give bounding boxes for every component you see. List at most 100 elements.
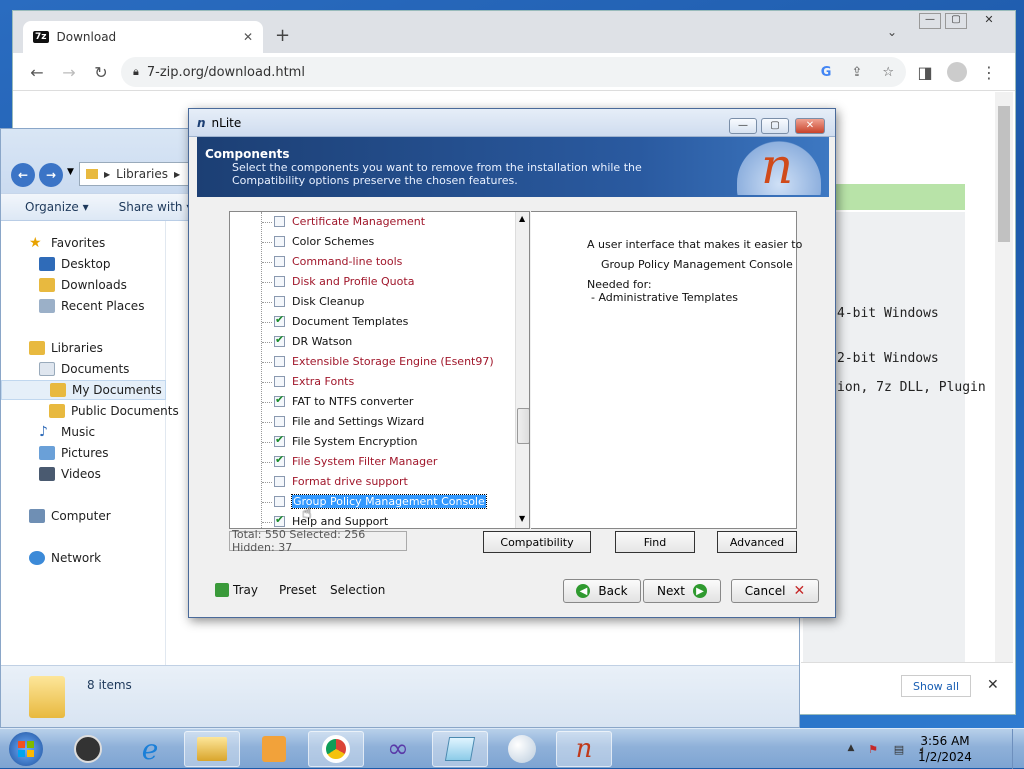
- tree-item[interactable]: FAT to NTFS converter: [230, 392, 520, 412]
- tree-item[interactable]: Command-line tools: [230, 252, 520, 272]
- side-panel-icon[interactable]: ◨: [913, 60, 937, 84]
- tree-item[interactable]: Help and Support: [230, 512, 520, 528]
- menu-icon[interactable]: ⋮: [977, 60, 1001, 84]
- nav-documents[interactable]: Documents: [1, 359, 166, 379]
- component-checkbox[interactable]: [274, 416, 285, 427]
- cancel-button[interactable]: Cancel ✕: [731, 579, 819, 603]
- tree-item[interactable]: File System Encryption: [230, 432, 520, 452]
- nav-libraries[interactable]: Libraries: [1, 338, 166, 358]
- back-button[interactable]: ◀ Back: [563, 579, 641, 603]
- google-icon[interactable]: G: [821, 65, 832, 80]
- nav-my-documents[interactable]: My Documents: [1, 380, 166, 400]
- component-checkbox[interactable]: [274, 256, 285, 267]
- tree-item[interactable]: File and Settings Wizard: [230, 412, 520, 432]
- breadcrumb[interactable]: Libraries: [116, 167, 168, 181]
- component-label[interactable]: File System Filter Manager: [292, 455, 437, 468]
- nav-favorites[interactable]: ★ Favorites: [1, 233, 166, 253]
- preset-button[interactable]: Preset: [279, 583, 316, 597]
- component-tree[interactable]: Certificate Management Color Schemes Comma…: [229, 211, 530, 529]
- component-label[interactable]: File and Settings Wizard: [292, 415, 424, 428]
- component-checkbox[interactable]: [274, 296, 285, 307]
- nav-pictures[interactable]: Pictures: [1, 443, 166, 463]
- reload-icon[interactable]: ↻: [89, 60, 113, 84]
- tree-item[interactable]: Group Policy Management Console: [230, 492, 520, 512]
- component-checkbox[interactable]: [274, 216, 285, 227]
- taskbar-media[interactable]: [246, 731, 302, 767]
- component-checkbox[interactable]: [274, 513, 285, 527]
- tree-item[interactable]: Document Templates: [230, 312, 520, 332]
- page-line-2[interactable]: 2-bit Windows: [837, 351, 939, 366]
- nav-network[interactable]: Network: [1, 548, 166, 568]
- component-checkbox[interactable]: [274, 333, 285, 347]
- page-scrollbar[interactable]: [995, 92, 1013, 662]
- close-tab-icon[interactable]: ✕: [243, 30, 253, 44]
- minimize-button[interactable]: —: [729, 118, 757, 134]
- maximize-icon[interactable]: ▢: [945, 13, 967, 29]
- component-label[interactable]: Certificate Management: [292, 215, 425, 228]
- show-hidden-icons-icon[interactable]: ▲: [844, 743, 858, 757]
- tree-scrollbar[interactable]: ▲ ▼: [515, 212, 529, 528]
- page-scroll-thumb[interactable]: [998, 106, 1010, 242]
- compatibility-button[interactable]: Compatibility: [483, 531, 591, 553]
- component-label[interactable]: Extra Fonts: [292, 375, 354, 388]
- nav-music[interactable]: ♪ Music: [1, 422, 166, 442]
- tree-item[interactable]: Color Schemes: [230, 232, 520, 252]
- tree-item[interactable]: Extra Fonts: [230, 372, 520, 392]
- nav-downloads[interactable]: Downloads: [1, 275, 166, 295]
- taskbar-ie[interactable]: e: [122, 731, 178, 767]
- taskbar-globe[interactable]: [494, 731, 550, 767]
- bookmark-star-icon[interactable]: ☆: [882, 65, 894, 80]
- component-label[interactable]: Group Policy Management Console: [291, 494, 487, 509]
- back-icon[interactable]: ←: [25, 60, 49, 84]
- tray-button[interactable]: Tray: [215, 583, 258, 597]
- address-bar[interactable]: 🔒︎ 7-zip.org/download.html G ⇪ ☆: [121, 57, 906, 87]
- component-label[interactable]: Color Schemes: [292, 235, 374, 248]
- taskbar-notepad[interactable]: [432, 731, 488, 767]
- maximize-button[interactable]: ▢: [761, 118, 789, 134]
- tree-item[interactable]: Disk and Profile Quota: [230, 272, 520, 292]
- component-label[interactable]: Document Templates: [292, 315, 408, 328]
- taskbar-clock[interactable]: 3:56 AM 1/2/2024: [910, 733, 980, 765]
- close-icon[interactable]: ✕: [975, 13, 1003, 29]
- component-checkbox[interactable]: [274, 236, 285, 247]
- start-button[interactable]: [4, 730, 48, 768]
- action-center-icon[interactable]: ⚑: [866, 743, 880, 757]
- component-label[interactable]: File System Encryption: [292, 435, 417, 448]
- component-label[interactable]: FAT to NTFS converter: [292, 395, 413, 408]
- show-all-button[interactable]: Show all: [901, 675, 971, 697]
- nav-recent[interactable]: Recent Places: [1, 296, 166, 316]
- component-label[interactable]: Disk and Profile Quota: [292, 275, 414, 288]
- explorer-address-bar[interactable]: ▶ Libraries ▶: [79, 162, 189, 186]
- tree-item[interactable]: Disk Cleanup: [230, 292, 520, 312]
- tree-item[interactable]: Certificate Management: [230, 212, 520, 232]
- selection-button[interactable]: Selection: [330, 583, 385, 597]
- component-checkbox[interactable]: [274, 433, 285, 447]
- taskbar-chrome[interactable]: [308, 731, 364, 767]
- tree-item[interactable]: DR Watson: [230, 332, 520, 352]
- share-icon[interactable]: ⇪: [851, 65, 862, 80]
- nlite-titlebar[interactable]: n nLite — ▢ ✕: [189, 109, 835, 137]
- component-label[interactable]: Format drive support: [292, 475, 408, 488]
- scroll-down-icon[interactable]: ▼: [519, 514, 525, 523]
- component-checkbox[interactable]: [274, 453, 285, 467]
- component-label[interactable]: DR Watson: [292, 335, 352, 348]
- chevron-down-icon[interactable]: ⌄: [887, 25, 897, 39]
- nav-public-documents[interactable]: Public Documents: [1, 401, 179, 421]
- taskbar-clock-app[interactable]: [60, 731, 116, 767]
- close-button[interactable]: ✕: [795, 118, 825, 134]
- component-checkbox[interactable]: [274, 393, 285, 407]
- share-with-button[interactable]: Share with ▾: [119, 200, 193, 214]
- nav-videos[interactable]: Videos: [1, 464, 166, 484]
- component-checkbox[interactable]: [274, 313, 285, 327]
- taskbar-app-infinity[interactable]: ∞: [370, 731, 426, 767]
- forward-icon[interactable]: →: [57, 60, 81, 84]
- close-download-bar-icon[interactable]: ✕: [987, 677, 999, 693]
- component-checkbox[interactable]: [274, 276, 285, 287]
- show-desktop-button[interactable]: [1012, 729, 1024, 769]
- next-button[interactable]: Next ▶: [643, 579, 721, 603]
- nav-desktop[interactable]: Desktop: [1, 254, 166, 274]
- back-arrow-icon[interactable]: ←: [11, 163, 35, 187]
- minimize-icon[interactable]: —: [919, 13, 941, 29]
- page-line-1[interactable]: 4-bit Windows: [837, 306, 939, 321]
- profile-avatar[interactable]: [947, 62, 967, 82]
